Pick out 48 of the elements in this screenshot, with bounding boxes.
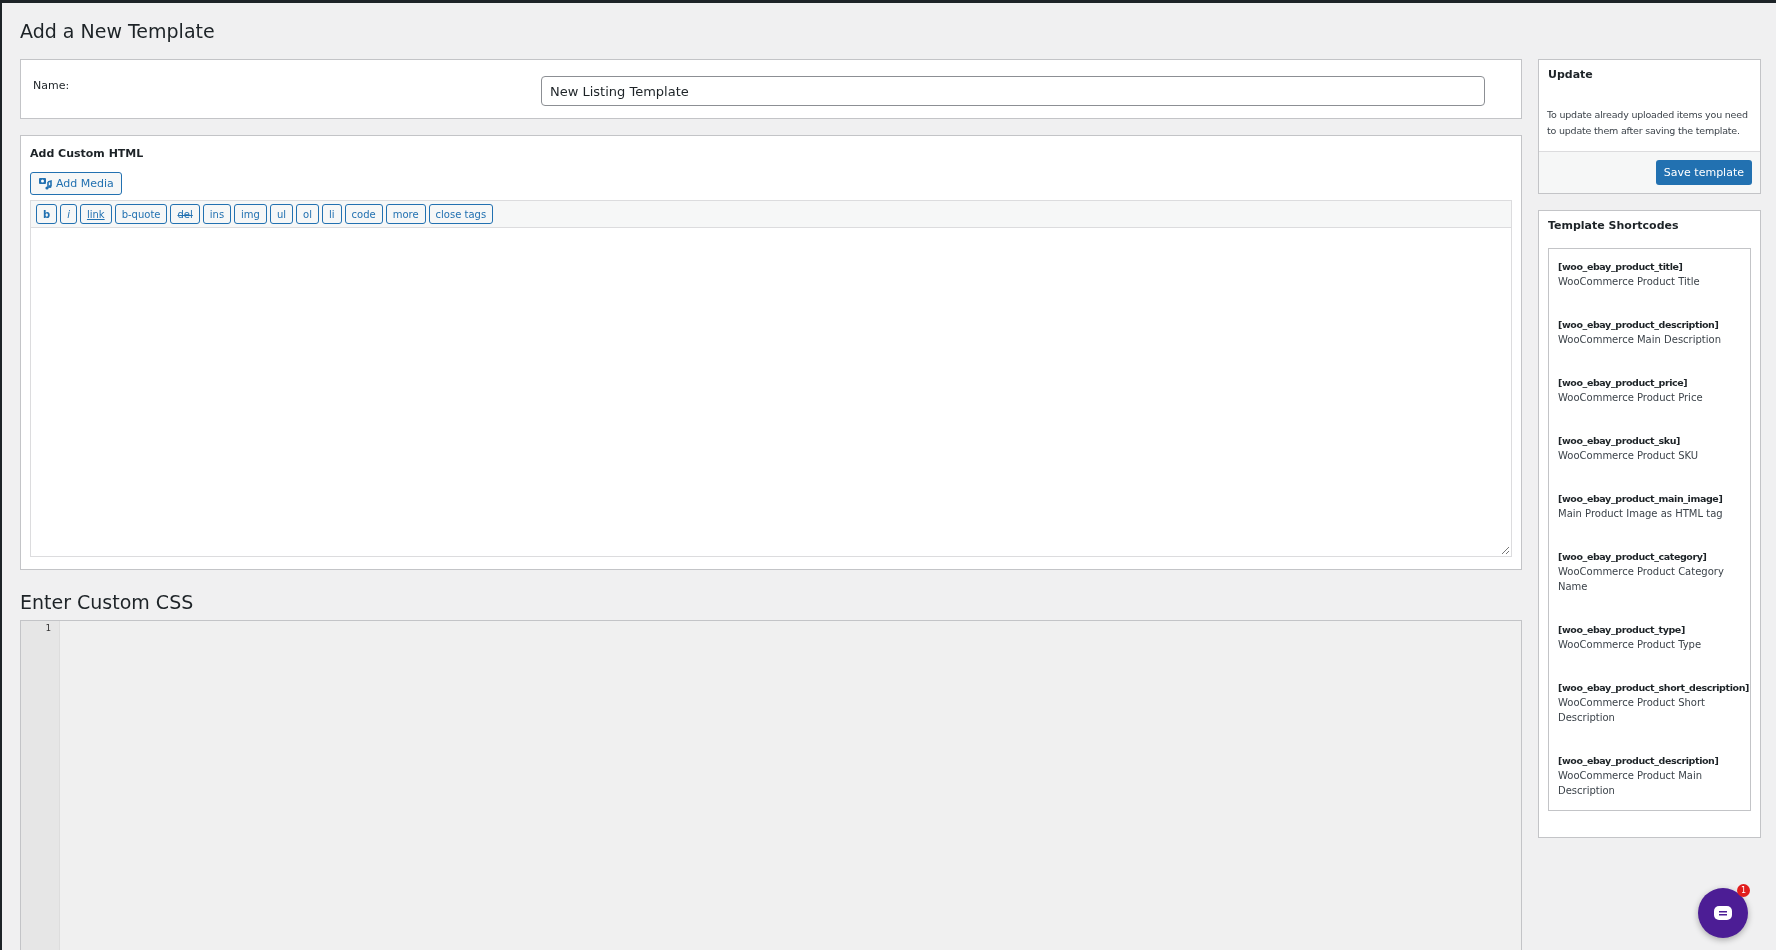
resize-handle-icon[interactable]	[1502, 547, 1509, 554]
format-button[interactable]: li	[322, 204, 342, 224]
shortcode: [woo_ebay_product_price]	[1558, 376, 1689, 390]
name-label: Name:	[33, 78, 71, 92]
css-editor[interactable]: 1	[20, 620, 1522, 950]
format-button[interactable]: ol	[296, 204, 319, 224]
format-button[interactable]: del	[170, 204, 200, 224]
format-button[interactable]: close tags	[428, 204, 494, 224]
section-title: Enter Custom CSS	[20, 590, 195, 614]
shortcode-description: WooCommerce Product Short Description	[1558, 696, 1706, 725]
format-button[interactable]: i	[60, 204, 77, 224]
media-icon	[38, 177, 52, 190]
shortcode: [woo_ebay_product_description]	[1558, 754, 1720, 768]
format-button[interactable]: img	[234, 204, 267, 224]
shortcode: [woo_ebay_product_type]	[1558, 623, 1686, 637]
shortcode-description: WooCommerce Main Description	[1558, 333, 1722, 347]
shortcode-description: WooCommerce Product Main Description	[1558, 769, 1703, 798]
format-button[interactable]: ul	[269, 204, 294, 224]
page-title: Add a New Template	[20, 19, 216, 44]
format-button[interactable]: b	[36, 204, 58, 224]
format-button[interactable]: code	[344, 204, 383, 224]
shortcode-description: WooCommerce Product Price	[1558, 391, 1704, 405]
update-text: To update already uploaded items you need to update them after saving the template.	[1547, 108, 1749, 138]
notification-badge: 1	[1737, 884, 1750, 897]
format-button[interactable]: link	[79, 204, 112, 224]
name-field[interactable]: New Listing Template	[541, 76, 1485, 106]
add-media-button[interactable]: Add Media	[30, 172, 122, 195]
panel-title: Add Custom HTML	[30, 146, 145, 160]
save-template-button[interactable]: Save template	[1655, 160, 1752, 185]
line-number: 1	[21, 621, 59, 950]
shortcode-description: WooCommerce Product Category Name	[1558, 565, 1725, 594]
shortcode-description: WooCommerce Product Type	[1558, 638, 1703, 652]
shortcode: [woo_ebay_product_sku]	[1558, 434, 1681, 448]
format-button[interactable]: more	[385, 204, 426, 224]
shortcode-description: WooCommerce Product Title	[1558, 275, 1701, 289]
format-button[interactable]: ins	[202, 204, 232, 224]
html-editor[interactable]: b i link b-quote del ins img ul ol li code more close tags	[30, 200, 1512, 557]
shortcode: [woo_ebay_product_main_image]	[1558, 492, 1724, 506]
shortcode-description: WooCommerce Product SKU	[1558, 449, 1700, 463]
format-button[interactable]: b-quote	[114, 204, 168, 224]
shortcode: [woo_ebay_product_category]	[1558, 550, 1708, 564]
panel-title: Update	[1547, 67, 1594, 83]
shortcode-description: Main Product Image as HTML tag	[1558, 507, 1724, 521]
shortcode: [woo_ebay_product_description]	[1558, 318, 1720, 332]
chat-icon	[1714, 906, 1732, 920]
shortcode: [woo_ebay_product_short_description]	[1558, 681, 1750, 695]
panel-title: Template Shortcodes	[1547, 218, 1680, 234]
shortcode: [woo_ebay_product_title]	[1558, 260, 1684, 274]
